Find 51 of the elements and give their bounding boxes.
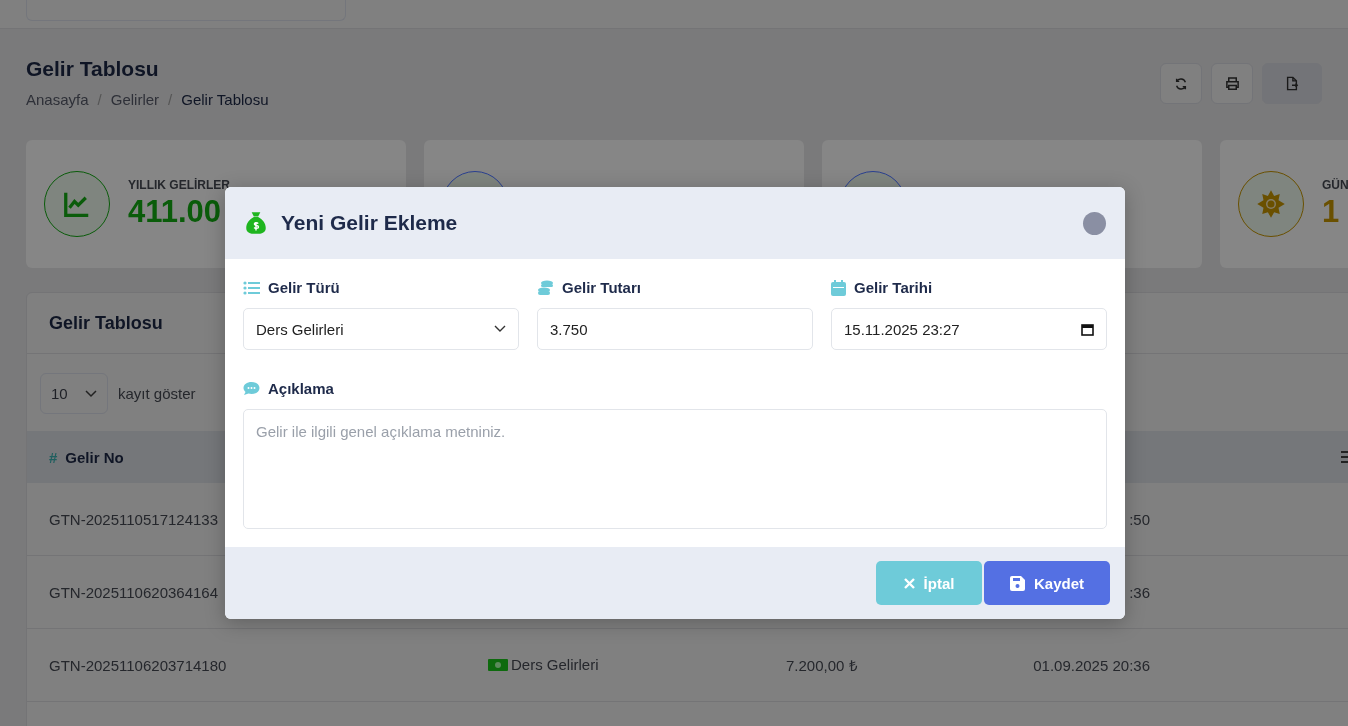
calendar-icon[interactable]: [1081, 322, 1094, 336]
stat-value: 1: [1322, 194, 1341, 230]
print-button[interactable]: [1211, 63, 1253, 104]
file-export-icon: [1285, 76, 1299, 91]
close-icon: [903, 577, 915, 589]
field-label: Açıklama: [268, 380, 334, 397]
breadcrumb-link[interactable]: Gelir Tablosu: [181, 91, 269, 108]
table-cell: 7.200,00 ₺: [786, 657, 858, 674]
table-cell: 01.09.2025 20:36: [1033, 656, 1150, 674]
speech-bubble-icon: [243, 381, 260, 396]
hash-icon: #: [49, 448, 58, 466]
description-textarea[interactable]: Gelir ile ilgili genel açıklama metniniz.: [243, 409, 1107, 529]
stat-value: 411.00: [128, 194, 223, 230]
breadcrumb-link[interactable]: Gelirler: [110, 91, 160, 108]
table-cell-text: GTN-2025110517124133: [49, 510, 220, 528]
table-cell: :36: [1129, 583, 1150, 601]
export-button[interactable]: [1262, 63, 1322, 104]
column-header[interactable]: Gelir No: [65, 448, 124, 466]
modal-title: Yeni Gelir Ekleme: [281, 211, 459, 235]
refresh-icon: [1174, 76, 1188, 91]
chevron-down-icon: [85, 389, 97, 398]
page-length-select[interactable]: 10: [40, 373, 108, 414]
table-cell: Ders Gelirleri: [488, 656, 599, 674]
breadcrumb-link[interactable]: Anasayfa: [26, 91, 89, 108]
banknote-icon: [488, 658, 508, 671]
date-field[interactable]: 15.11.2025 23:27: [831, 308, 1107, 350]
stat-label: GÜN: [1322, 178, 1348, 192]
column-menu-icon[interactable]: [1341, 450, 1348, 464]
select-field[interactable]: Ders Gelirleri: [243, 308, 519, 350]
page-title: Gelir Tablosu: [26, 57, 160, 81]
print-icon: [1224, 76, 1240, 91]
calendar-icon: [831, 279, 846, 296]
close-button[interactable]: [1083, 211, 1106, 235]
table-cell-text: GTN-20251106203714180: [49, 656, 228, 674]
stat-label: YILLIK GELİRLER: [128, 178, 230, 192]
money-bag-icon: [243, 210, 269, 236]
page-length-label: kayıt göster: [118, 385, 196, 402]
field-label: Gelir Tutarı: [562, 279, 641, 296]
breadcrumb-separator: /: [97, 91, 102, 108]
field-label: Gelir Türü: [268, 279, 340, 296]
coins-icon: [537, 279, 554, 296]
table-title: Gelir Tablosu: [49, 312, 163, 334]
save-button[interactable]: Kaydet: [984, 561, 1110, 605]
table-cell-text: GTN-2025110620364164: [49, 583, 220, 601]
breadcrumb-separator: /: [168, 91, 173, 108]
refresh-button[interactable]: [1160, 63, 1202, 104]
input-field[interactable]: 3.750: [537, 308, 813, 350]
field-label: Gelir Tarihi: [854, 279, 933, 296]
list-icon: [243, 280, 260, 295]
table-cell: :50: [1129, 510, 1150, 528]
chevron-down-icon: [494, 325, 506, 333]
